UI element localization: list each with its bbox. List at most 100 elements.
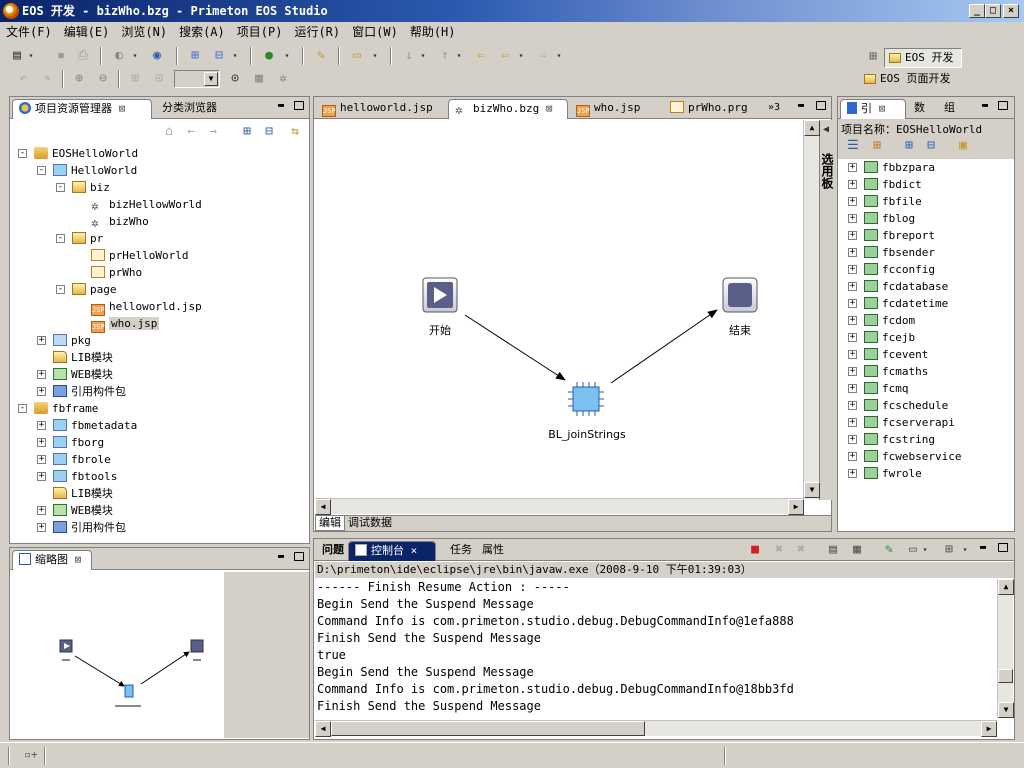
component-package-item[interactable]: + fbfile: [848, 193, 922, 210]
maximize-icon[interactable]: [816, 101, 826, 110]
tree-view-icon[interactable]: ☰: [844, 137, 862, 155]
forward-icon[interactable]: ⇨: [534, 47, 552, 65]
clear-console-icon[interactable]: ▤: [824, 541, 842, 559]
pen-icon[interactable]: ✎: [312, 47, 330, 65]
display-dropdown-icon[interactable]: ▾: [920, 541, 930, 559]
expand-icon[interactable]: +: [848, 282, 857, 291]
scroll-right-icon[interactable]: ▶: [981, 721, 997, 737]
last-edit-icon[interactable]: ⇐: [472, 47, 490, 65]
deploy-icon[interactable]: ◉: [148, 47, 166, 65]
expand-icon[interactable]: +: [848, 418, 857, 427]
expand-icon[interactable]: +: [37, 438, 46, 447]
scroll-down-icon[interactable]: ▼: [998, 702, 1014, 718]
remove-launch-icon[interactable]: ✖: [770, 541, 788, 559]
import-icon[interactable]: ▣: [954, 137, 972, 155]
component-package-item[interactable]: + fcdom: [848, 312, 915, 329]
console-hscroll-thumb[interactable]: [331, 721, 645, 736]
tab-edit[interactable]: 编辑: [315, 516, 345, 531]
menu-edit[interactable]: 编辑(E): [58, 22, 116, 42]
expand-icon[interactable]: +: [848, 214, 857, 223]
maximize-icon[interactable]: [294, 552, 304, 561]
tab-outline[interactable]: 缩略图 ⊠: [12, 550, 92, 570]
expand-all-icon[interactable]: ⊞: [238, 123, 256, 141]
open-console-icon[interactable]: ⊞: [940, 541, 958, 559]
menu-run[interactable]: 运行(R): [288, 22, 346, 42]
scroll-left-icon[interactable]: ◀: [315, 499, 331, 515]
zoom-out-icon[interactable]: ⊖: [94, 70, 112, 88]
back-arrow-icon[interactable]: ←: [182, 123, 200, 141]
end-node[interactable]: [722, 277, 758, 313]
tree-item[interactable]: + fborg: [37, 434, 104, 451]
tree-item[interactable]: + 引用构件包: [37, 519, 126, 536]
minimize-icon[interactable]: ▬: [982, 101, 994, 111]
component-package-item[interactable]: + fcstring: [848, 431, 935, 448]
palette-toggle-icon[interactable]: ◀: [820, 124, 832, 135]
open-perspective-icon[interactable]: ⊞: [864, 48, 882, 66]
menu-window[interactable]: 窗口(W): [346, 22, 404, 42]
editor-vertical-scrollbar[interactable]: ▲ ▼: [803, 120, 820, 499]
close-icon[interactable]: ⊠: [75, 553, 82, 566]
zoom-select[interactable]: ▼: [174, 70, 220, 88]
close-icon[interactable]: ×: [411, 544, 418, 557]
perspective-eos-page[interactable]: EOS 页面开发: [864, 70, 951, 90]
editor-horizontal-scrollbar[interactable]: ◀ ▶: [315, 498, 804, 515]
collapse-all-icon[interactable]: ⊟: [922, 137, 940, 155]
expand-icon[interactable]: +: [848, 469, 857, 478]
menu-file[interactable]: 文件(F): [0, 22, 58, 42]
collapse-icon[interactable]: -: [56, 285, 65, 294]
component-package-item[interactable]: + fcconfig: [848, 261, 935, 278]
distribute-icon[interactable]: ⊡: [150, 70, 168, 88]
tab-category-browser[interactable]: 分类浏览器: [156, 99, 223, 119]
expand-icon[interactable]: +: [848, 248, 857, 257]
remove-all-icon[interactable]: ✖: [792, 541, 810, 559]
zoom-in-icon[interactable]: ⊕: [70, 70, 88, 88]
link-editor-icon[interactable]: ⇆: [286, 123, 304, 141]
outline-thumbnail[interactable]: [11, 572, 224, 738]
console-scroll-thumb[interactable]: [998, 669, 1013, 683]
tree-item[interactable]: - EOSHelloWorld: [18, 145, 138, 162]
prev-annotation-icon[interactable]: ↑: [436, 47, 454, 65]
tab-group[interactable]: 组: [938, 99, 961, 119]
menu-project[interactable]: 项目(P): [231, 22, 289, 42]
component-package-item[interactable]: + fcmaths: [848, 363, 928, 380]
tree-item[interactable]: - biz: [56, 179, 110, 196]
tab-who-jsp[interactable]: JSP who.jsp: [570, 99, 662, 119]
expand-icon[interactable]: +: [848, 333, 857, 342]
tree-item[interactable]: LIB模块: [37, 485, 113, 502]
minimize-icon[interactable]: ▬: [278, 552, 290, 562]
expand-icon[interactable]: +: [37, 455, 46, 464]
binoculars-icon[interactable]: ⊙: [226, 70, 244, 88]
menu-help[interactable]: 帮助(H): [404, 22, 462, 42]
tab-tasks[interactable]: 任务: [444, 541, 478, 561]
component-package-item[interactable]: + fcdatetime: [848, 295, 948, 312]
minimize-icon[interactable]: ▬: [798, 101, 810, 111]
component-package-item[interactable]: + fcdatabase: [848, 278, 948, 295]
tree-item[interactable]: prWho: [75, 264, 142, 281]
close-icon[interactable]: ⊠: [879, 102, 886, 115]
close-icon[interactable]: ⊠: [119, 102, 126, 115]
expand-icon[interactable]: +: [37, 421, 46, 430]
component-package-item[interactable]: + fwrole: [848, 465, 922, 482]
fast-view-icon[interactable]: ▫+: [22, 746, 40, 764]
expand-icon[interactable]: +: [848, 367, 857, 376]
component-package-item[interactable]: + fbreport: [848, 227, 935, 244]
collapse-icon[interactable]: -: [18, 404, 27, 413]
new-component-icon[interactable]: ⊟: [210, 47, 228, 65]
back-icon[interactable]: ⇦: [496, 47, 514, 65]
expand-icon[interactable]: +: [848, 384, 857, 393]
scroll-down-icon[interactable]: ▼: [804, 482, 820, 498]
undo-icon[interactable]: ↶: [14, 70, 32, 88]
tab-helloworld-jsp[interactable]: JSP helloworld.jsp: [316, 99, 446, 119]
component-dropdown-icon[interactable]: ▾: [230, 47, 240, 65]
tree-item[interactable]: ✲ bizHellowWorld: [75, 196, 202, 213]
maximize-icon[interactable]: [998, 543, 1008, 552]
console-vertical-scrollbar[interactable]: ▲ ▼: [997, 579, 1014, 718]
expand-icon[interactable]: +: [848, 265, 857, 274]
tab-prwho-prg[interactable]: prWho.prg: [664, 99, 760, 119]
print-icon[interactable]: ⎙: [74, 47, 92, 65]
tree-item[interactable]: + pkg: [37, 332, 91, 349]
overflow-tabs[interactable]: »3: [762, 99, 788, 119]
expand-icon[interactable]: +: [848, 316, 857, 325]
collapse-icon[interactable]: -: [37, 166, 46, 175]
tree-item[interactable]: - page: [56, 281, 117, 298]
